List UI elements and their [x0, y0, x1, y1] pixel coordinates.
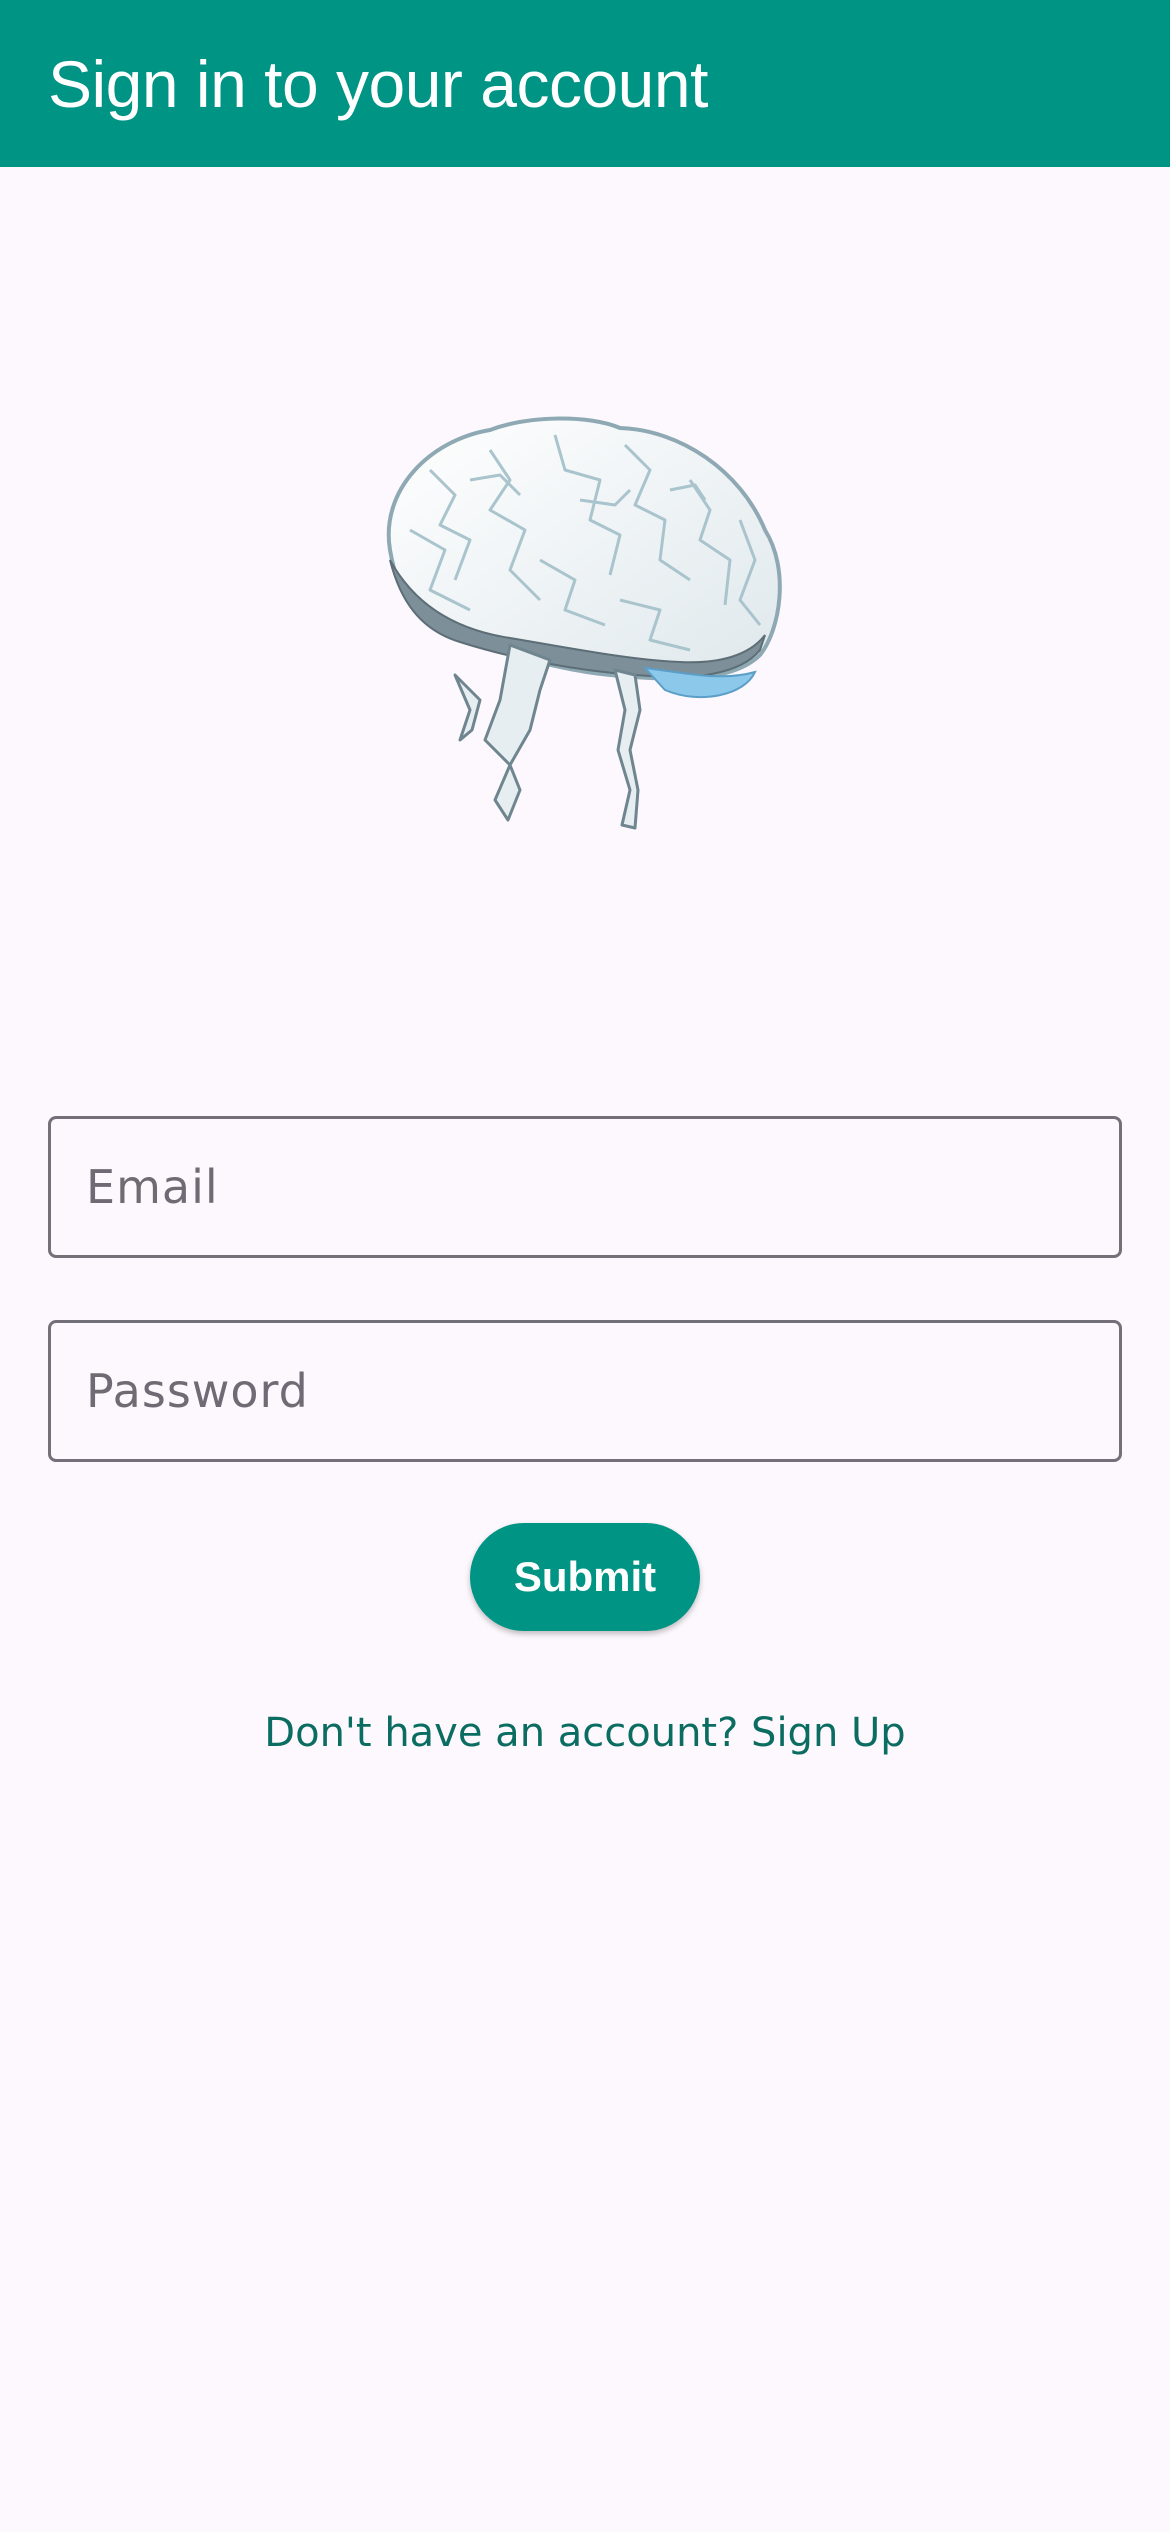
sign-up-link[interactable]: Don't have an account? Sign Up	[0, 1710, 1170, 1756]
email-input[interactable]	[51, 1119, 1119, 1255]
password-input[interactable]	[51, 1323, 1119, 1459]
brain-icon	[360, 410, 810, 870]
email-field[interactable]	[48, 1116, 1122, 1258]
submit-button[interactable]: Submit	[470, 1523, 700, 1631]
page-title: Sign in to your account	[48, 46, 708, 121]
password-field[interactable]	[48, 1320, 1122, 1462]
app-bar: Sign in to your account	[0, 0, 1170, 167]
